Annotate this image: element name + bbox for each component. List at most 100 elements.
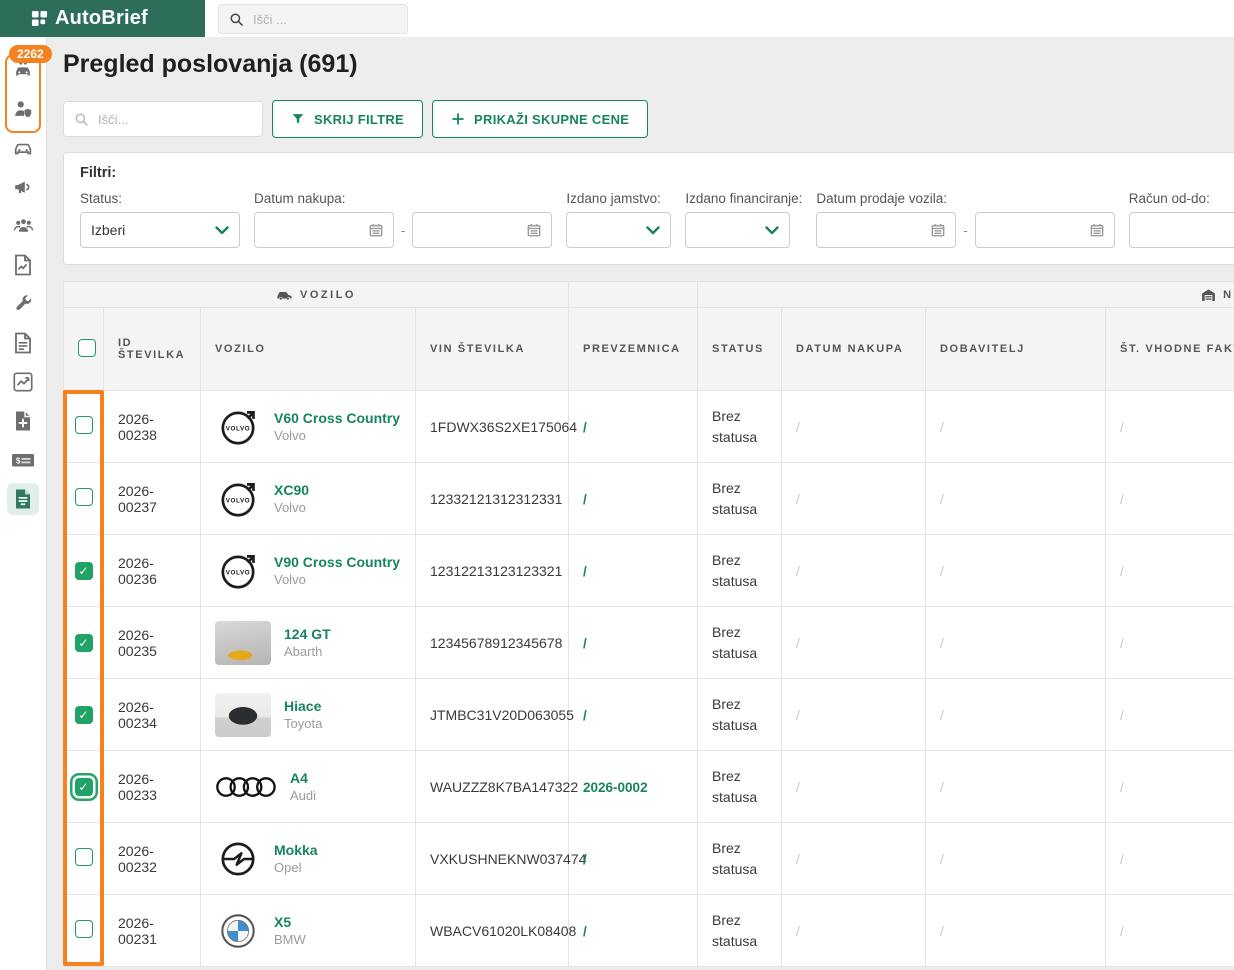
dobavitelj-value: / — [925, 606, 1107, 679]
table-row[interactable]: 2026-00237 VOLVO XC90 Volvo 1233212131231233… — [63, 462, 1234, 535]
vehicle-id: 2026-00233 — [103, 750, 201, 823]
sale-date-from-input[interactable] — [816, 212, 957, 248]
vehicle-model-link[interactable]: XC90 — [274, 482, 309, 498]
prevzemnica-link[interactable]: 2026-0002 — [583, 780, 648, 795]
table-row[interactable]: 2026-00238 VOLVO V60 Cross Country Volvo 1FD… — [63, 390, 1234, 463]
wrench-icon — [13, 293, 34, 314]
vehicle-model-link[interactable]: V60 Cross Country — [274, 410, 400, 426]
vehicle-model-link[interactable]: Hiace — [284, 698, 322, 714]
row-checkbox[interactable] — [74, 777, 93, 796]
status-text: Brez statusa — [697, 462, 783, 535]
table-row[interactable]: 2026-00233 A4 Audi WAUZZZ8K7BA147322 2026-00… — [63, 750, 1234, 823]
sidebar-item-money-check[interactable]: $ — [0, 440, 46, 479]
table-row[interactable]: 2026-00231 X5 BMW WBACV61020LK08408/Brez st… — [63, 894, 1234, 967]
sidebar-item-megaphone[interactable] — [0, 167, 46, 206]
dobavitelj-value: / — [925, 894, 1107, 967]
car-icon — [12, 137, 34, 159]
vin-number: 1FDWX36S2XE175064 — [414, 390, 577, 463]
status-select[interactable]: Izberi — [80, 212, 240, 248]
row-checkbox[interactable] — [74, 633, 93, 652]
vehicle-id: 2026-00236 — [103, 534, 201, 607]
vehicle-model-link[interactable]: A4 — [290, 770, 316, 786]
table-search-input[interactable] — [96, 110, 252, 128]
vehicle-model-link[interactable]: V90 Cross Country — [274, 554, 400, 570]
row-checkbox[interactable] — [74, 416, 93, 434]
calendar-icon — [1090, 223, 1104, 237]
select-all-checkbox[interactable] — [78, 338, 96, 357]
row-checkbox[interactable] — [74, 705, 93, 724]
table-row[interactable]: 2026-00236 VOLVO V90 Cross Country Volvo 123… — [63, 534, 1234, 607]
file-invoice-icon — [13, 488, 33, 510]
global-search-input[interactable] — [251, 10, 397, 28]
st-vhodne-fakture-value: / — [1105, 462, 1234, 535]
dobavitelj-value: / — [925, 390, 1107, 463]
sidebar-item-file-chart[interactable] — [0, 245, 46, 284]
st-vhodne-fakture-value: / — [1105, 822, 1234, 895]
column-group-vozilo: VOZILO — [62, 281, 570, 308]
money-check-icon: $ — [11, 451, 35, 469]
dobavitelj-value: / — [925, 678, 1107, 751]
row-checkbox[interactable] — [74, 488, 93, 506]
global-search[interactable] — [218, 4, 408, 34]
user-shield-icon — [12, 98, 34, 120]
vehicle-photo — [215, 692, 271, 737]
prevzemnica-link[interactable]: / — [583, 636, 587, 651]
st-vhodne-fakture-value: / — [1105, 534, 1234, 607]
vehicle-photo — [215, 620, 271, 665]
prevzemnica-link[interactable]: / — [583, 852, 587, 867]
hide-filters-button[interactable]: SKRIJ FILTRE — [272, 100, 424, 138]
sale-date-to-input[interactable] — [974, 212, 1115, 248]
vin-number: WAUZZZ8K7BA147322 — [414, 750, 578, 823]
warranty-select[interactable] — [566, 212, 672, 248]
vehicle-model-link[interactable]: Mokka — [274, 842, 318, 858]
dobavitelj-value: / — [925, 534, 1107, 607]
sidebar-item-wrench[interactable] — [0, 284, 46, 323]
financing-select[interactable] — [685, 212, 791, 248]
prevzemnica-link[interactable]: / — [583, 564, 587, 579]
prevzemnica-link[interactable]: / — [583, 924, 587, 939]
status-text: Brez statusa — [697, 750, 783, 823]
table-row[interactable]: 2026-00232 Mokka Opel VXKUSHNEKNW037474/Bre… — [63, 822, 1234, 895]
toolbar: SKRIJ FILTRE PRIKAŽI SKUPNE CENE — [63, 100, 1234, 138]
show-total-prices-button[interactable]: PRIKAŽI SKUPNE CENE — [432, 100, 649, 138]
status-text: Brez statusa — [697, 822, 783, 895]
status-text: Brez statusa — [697, 534, 783, 607]
vehicle-id: 2026-00237 — [103, 462, 201, 535]
svg-text:VOLVO: VOLVO — [226, 425, 251, 432]
status-text: Brez statusa — [697, 894, 783, 967]
vehicle-brand: BMW — [274, 932, 306, 947]
sidebar-item-file-plus[interactable] — [0, 401, 46, 440]
prevzemnica-link[interactable]: / — [583, 420, 587, 435]
plus-icon — [451, 112, 465, 126]
vehicle-model-link[interactable]: X5 — [274, 914, 306, 930]
sidebar-item-chart-line[interactable] — [0, 362, 46, 401]
bmw-logo — [221, 913, 255, 948]
row-checkbox[interactable] — [74, 848, 93, 866]
status-text: Brez statusa — [697, 390, 783, 463]
sidebar-item-file-invoice[interactable] — [0, 479, 46, 518]
vehicle-logo: VOLVO — [215, 404, 261, 450]
chevron-down-icon — [765, 225, 780, 235]
sidebar-item-car[interactable] — [0, 128, 46, 167]
column-header: STATUS — [697, 307, 783, 391]
sidebar-item-user-shield[interactable] — [0, 89, 46, 128]
table-row[interactable]: 2026-00235 124 GT Abarth 12345678912345678 /… — [63, 606, 1234, 679]
row-checkbox[interactable] — [74, 920, 93, 938]
audi-logo — [216, 776, 276, 797]
invoice-range-input[interactable] — [1128, 212, 1234, 248]
prevzemnica-link[interactable]: / — [583, 492, 587, 507]
vehicle-model-link[interactable]: 124 GT — [284, 626, 331, 642]
vehicle-logo: VOLVO — [215, 548, 261, 594]
sidebar-item-users[interactable] — [0, 206, 46, 245]
table-row[interactable]: 2026-00234HiaceToyotaJTMBC31V20D063055/B… — [63, 678, 1234, 751]
purchase-date-to-input[interactable] — [412, 212, 553, 248]
datum-nakupa-value: / — [781, 534, 927, 607]
row-checkbox[interactable] — [74, 561, 93, 580]
table-search[interactable] — [63, 101, 263, 137]
st-vhodne-fakture-value: / — [1105, 894, 1234, 967]
brand-logo[interactable]: AutoBrief — [0, 0, 205, 37]
purchase-date-from-input[interactable] — [254, 212, 394, 248]
prevzemnica-link[interactable]: / — [583, 708, 587, 723]
vehicle-id: 2026-00238 — [103, 390, 201, 463]
sidebar-item-file-text[interactable] — [0, 323, 46, 362]
